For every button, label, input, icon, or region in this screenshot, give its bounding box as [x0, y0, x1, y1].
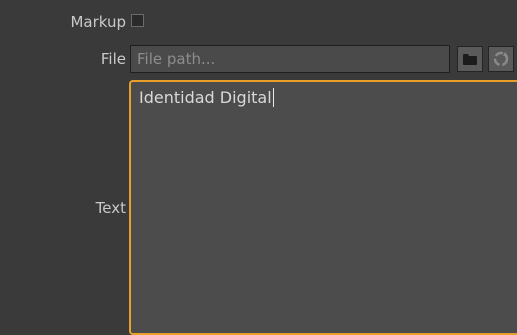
text-properties-panel: Markup File Text Identidad Digital [0, 0, 517, 335]
text-label: Text [95, 199, 126, 217]
reload-icon [493, 51, 509, 67]
text-caret [272, 88, 274, 107]
text-content-value: Identidad Digital [139, 88, 272, 107]
reload-button[interactable] [488, 46, 514, 72]
folder-icon [463, 54, 477, 65]
text-content-textarea[interactable]: Identidad Digital [129, 80, 517, 335]
file-label: File [100, 50, 126, 68]
browse-folder-button[interactable] [457, 46, 483, 72]
file-path-input[interactable] [130, 45, 450, 73]
markup-checkbox[interactable] [131, 14, 144, 27]
markup-label: Markup [70, 13, 126, 31]
